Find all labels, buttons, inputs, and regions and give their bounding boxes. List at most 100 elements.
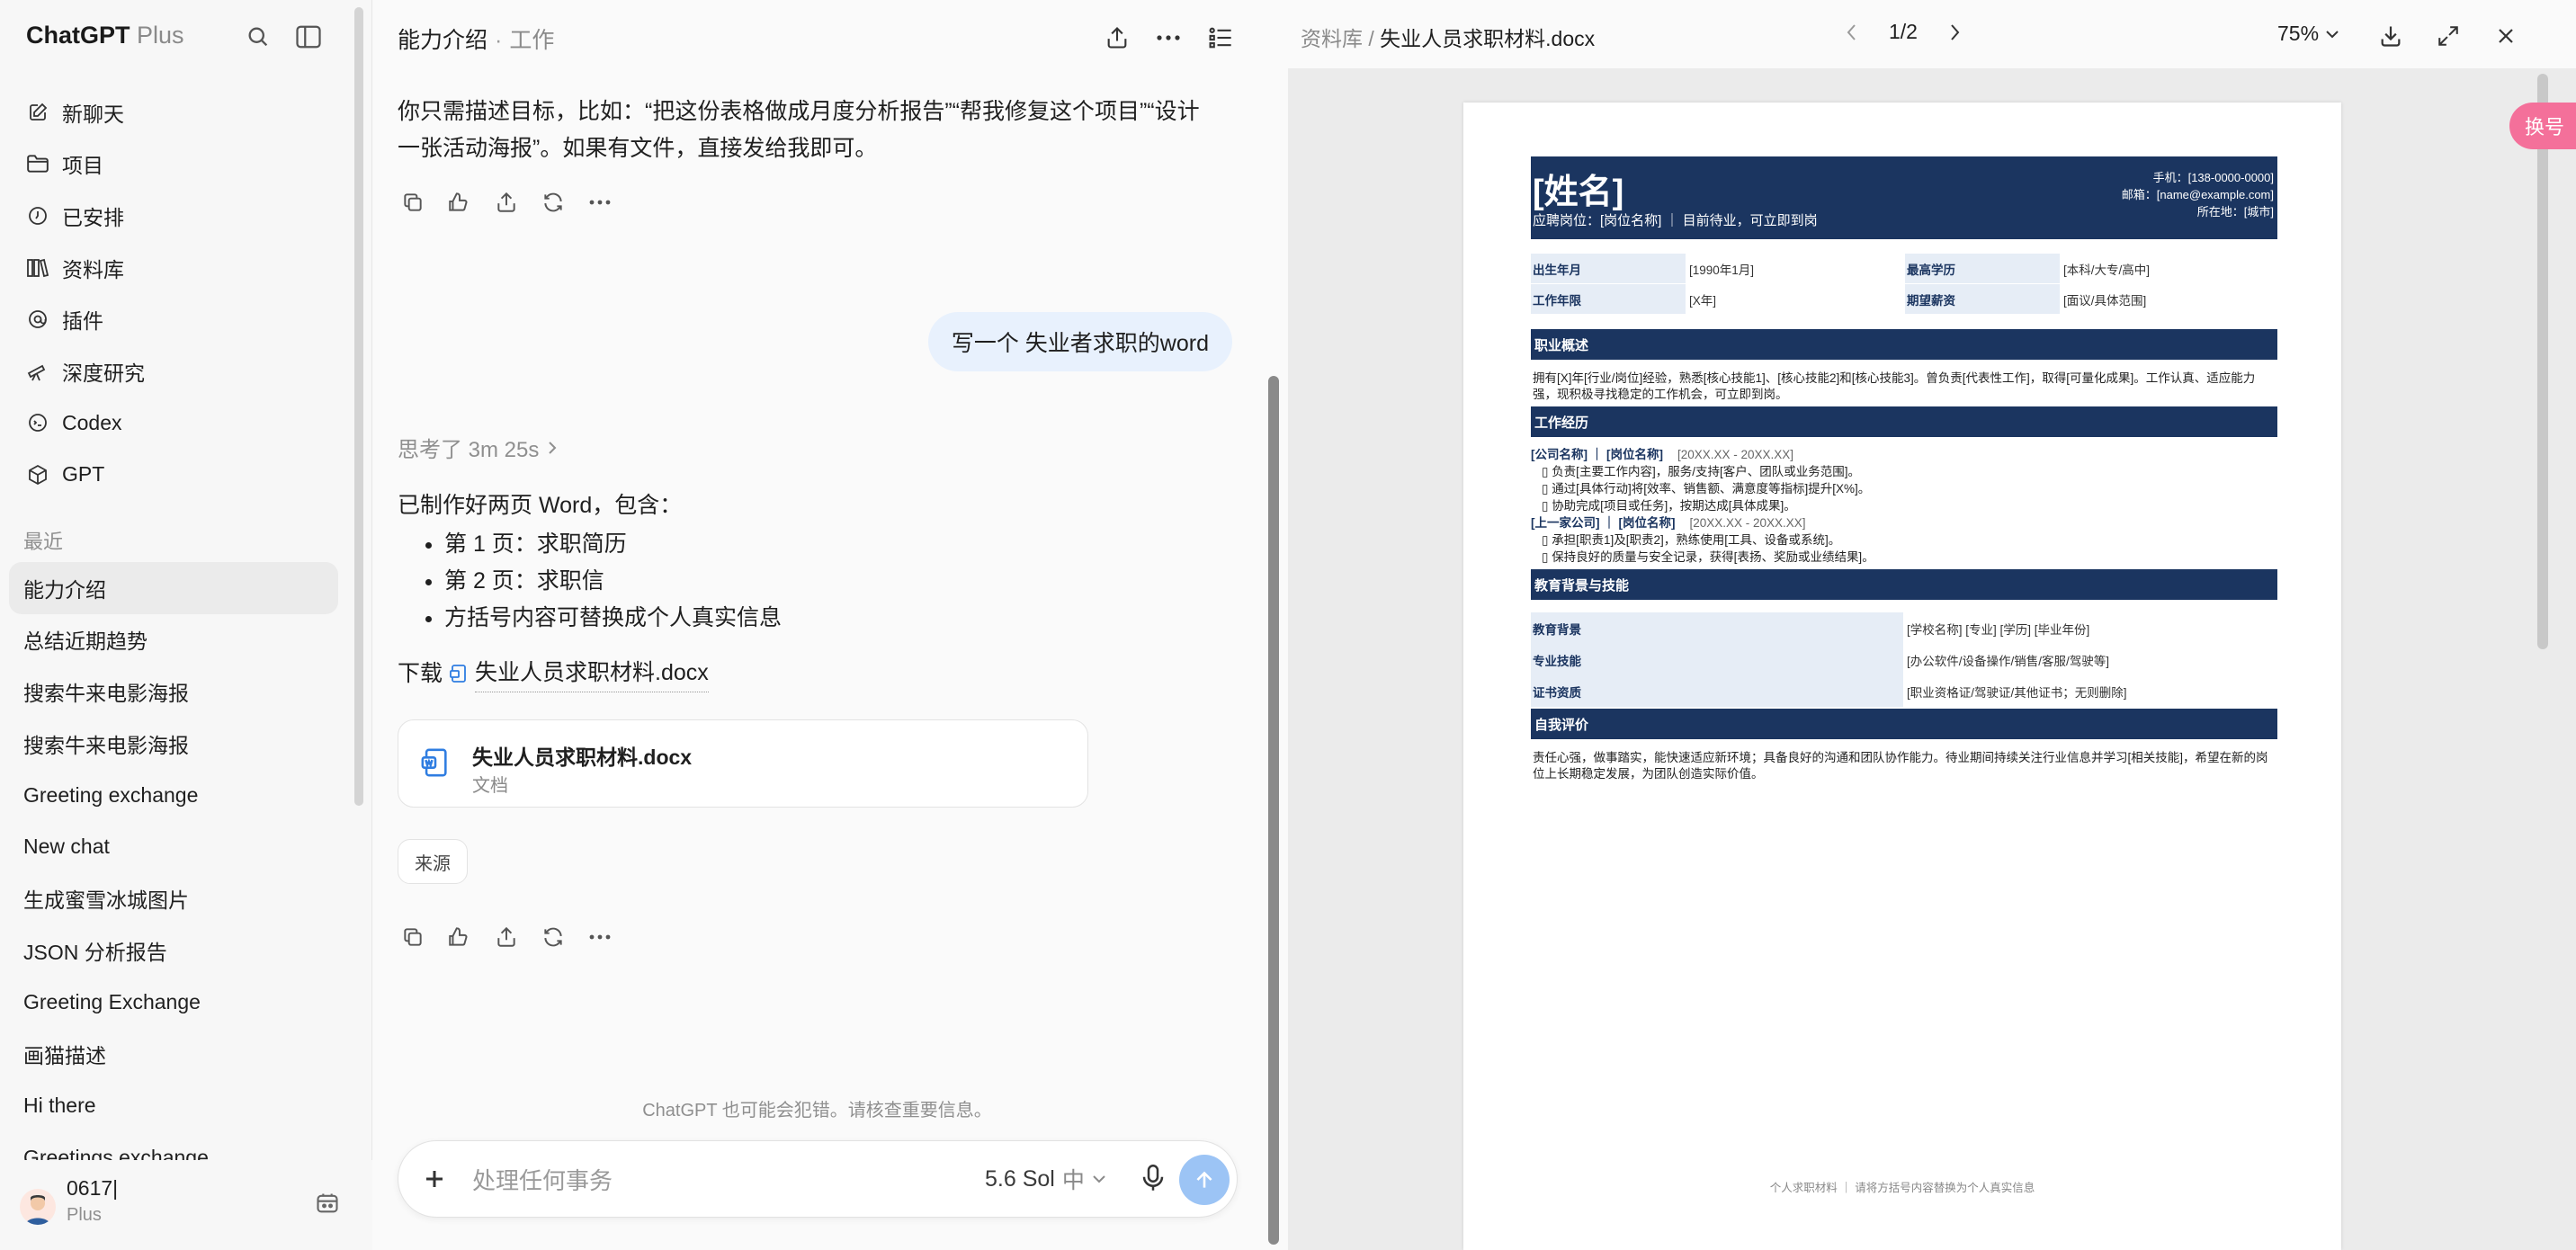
- add-attachment-icon[interactable]: [418, 1163, 451, 1195]
- recent-chat-item[interactable]: Greeting Exchange: [9, 977, 338, 1029]
- sidebar-nav: 新聊天 项目 已安排 资料库 插件 深度研究 Codex GPT: [10, 86, 339, 501]
- chat-panel: 能力介绍 · 工作 你只需描述目标，比如：“把这份表格做成月度分析报告”“帮我修复这…: [373, 0, 1261, 1250]
- recent-chat-item[interactable]: 搜索牛来电影海报: [9, 718, 338, 770]
- recent-chat-item[interactable]: Hi there: [9, 1080, 338, 1132]
- chevron-down-icon: [2326, 30, 2339, 38]
- cube-icon: [24, 461, 51, 488]
- chevron-right-icon[interactable]: [1948, 22, 1961, 42]
- sidebar-item-scheduled[interactable]: 已安排: [10, 190, 339, 242]
- swap-account-button[interactable]: 换号: [2509, 103, 2576, 149]
- regenerate-icon[interactable]: [538, 922, 568, 952]
- recent-chat-item[interactable]: 画猫描述: [9, 1028, 338, 1080]
- thumbs-icon[interactable]: [444, 922, 475, 952]
- sidebar-scrollbar[interactable]: [354, 7, 363, 806]
- settings-icon[interactable]: [315, 1191, 340, 1216]
- download-link[interactable]: 失业人员求职材料.docx: [475, 655, 709, 692]
- close-icon[interactable]: [2488, 18, 2524, 54]
- table-row: 出生年月 [1990年1月] 最高学历 [本科/大专/高中]: [1531, 254, 2277, 284]
- sidebar-item-label: 插件: [62, 309, 103, 334]
- file-name: 失业人员求职材料.docx: [472, 746, 693, 769]
- expand-icon[interactable]: [2430, 18, 2466, 54]
- section-heading: 工作经历: [1531, 406, 2277, 437]
- zoom-selector[interactable]: 75%: [2277, 22, 2340, 46]
- resume-header: [姓名] 应聘岗位：[岗位名称] ｜ 目前待业，可立即到岗 手机：[138-00…: [1531, 156, 2277, 239]
- list-view-icon[interactable]: [1203, 20, 1239, 56]
- message-input[interactable]: 处理任何事务: [472, 1163, 613, 1196]
- recent-chats-list: 能力介绍 总结近期趋势 搜索牛来电影海报 搜索牛来电影海报 Greeting e…: [9, 562, 338, 1183]
- assistant-message-text: 你只需描述目标，比如：“把这份表格做成月度分析报告”“帮我修复这个项目”“设计 …: [398, 99, 1200, 161]
- more-options-icon[interactable]: [585, 922, 615, 952]
- user-message-bubble: 写一个 失业者求职的word: [927, 312, 1232, 371]
- microphone-icon[interactable]: [1140, 1163, 1167, 1193]
- download-icon[interactable]: [2373, 18, 2409, 54]
- sidebar-item-label: Codex: [62, 410, 122, 434]
- file-attachment-card[interactable]: 失业人员求职材料.docx 文档: [398, 719, 1088, 808]
- page-indicator: 1/2: [1889, 20, 1918, 43]
- reply-bullet-list: 第 1 页：求职简历 第 2 页：求职信 方括号内容可替换成个人真实信息: [398, 526, 782, 637]
- search-icon[interactable]: [243, 22, 273, 52]
- sidebar-item-deep-research[interactable]: 深度研究: [10, 345, 339, 397]
- share-icon[interactable]: [491, 922, 522, 952]
- share-icon[interactable]: [491, 187, 522, 218]
- sidebar-item-library[interactable]: 资料库: [10, 242, 339, 294]
- viewer-toolbar: 资料库 / 失业人员求职材料.docx 1/2 75%: [1288, 0, 2576, 68]
- sidebar-item-plugins[interactable]: 插件: [10, 293, 339, 345]
- telescope-icon: [24, 358, 51, 385]
- document-page: [姓名] 应聘岗位：[岗位名称] ｜ 目前待业，可立即到岗 手机：[138-00…: [1463, 103, 2341, 1250]
- conversation-title[interactable]: 能力介绍 · 工作: [398, 22, 554, 55]
- share-icon[interactable]: [1099, 20, 1135, 56]
- recent-chat-item[interactable]: 总结近期趋势: [9, 614, 338, 666]
- chevron-left-icon[interactable]: [1846, 22, 1858, 42]
- sources-button[interactable]: 来源: [398, 839, 468, 884]
- model-selector[interactable]: 5.6 Sol 中: [985, 1163, 1106, 1195]
- document-viewer: 资料库 / 失业人员求职材料.docx 1/2 75% [姓名] 应聘岗位：[岗…: [1288, 0, 2576, 1250]
- recent-chat-item[interactable]: 能力介绍: [9, 562, 338, 614]
- recent-chat-item[interactable]: JSON 分析报告: [9, 924, 338, 977]
- chevron-down-icon: [1093, 1175, 1105, 1183]
- chat-scrollbar[interactable]: [1268, 376, 1279, 1245]
- sidebar-item-label: 新聊天: [62, 102, 124, 126]
- arrow-up-icon: [1196, 1171, 1212, 1188]
- viewer-scrollbar[interactable]: [2537, 74, 2548, 649]
- recent-section-title: 最近: [23, 531, 64, 553]
- resume-position: 应聘岗位：[岗位名称] ｜ 目前待业，可立即到岗: [1533, 213, 1818, 228]
- sidebar-item-projects[interactable]: 项目: [10, 138, 339, 191]
- thumbs-icon[interactable]: [444, 187, 475, 218]
- copy-icon[interactable]: [398, 187, 428, 218]
- sidebar-item-label: GPT: [62, 462, 105, 487]
- recent-chat-item[interactable]: New chat: [9, 821, 338, 873]
- copy-icon[interactable]: [398, 922, 428, 952]
- recent-chat-item[interactable]: 生成蜜雪冰城图片: [9, 873, 338, 925]
- more-options-icon[interactable]: [1150, 20, 1186, 56]
- more-options-icon[interactable]: [585, 187, 615, 218]
- sidebar-toggle-icon[interactable]: [293, 22, 324, 52]
- section-heading: 教育背景与技能: [1531, 569, 2277, 600]
- sidebar-item-gpt[interactable]: GPT: [10, 449, 339, 501]
- send-button[interactable]: [1179, 1155, 1230, 1205]
- regenerate-icon[interactable]: [538, 187, 568, 218]
- recent-chat-item[interactable]: Greeting exchange: [9, 769, 338, 821]
- app-brand[interactable]: ChatGPT Plus: [26, 22, 184, 49]
- job-entry: [上一家公司] ｜ [岗位名称] [20XX.XX - 20XX.XX] ▯ 承担…: [1531, 516, 1874, 564]
- breadcrumb-library[interactable]: 资料库: [1301, 27, 1363, 50]
- thinking-toggle[interactable]: 思考了 3m 25s: [398, 432, 559, 463]
- user-profile[interactable]: 0617| Plus: [0, 1160, 372, 1250]
- codex-icon: [24, 409, 51, 436]
- education-table: 教育背景 [学校名称] [专业] [学历] [毕业年份] 专业技能 [办公软件/…: [1531, 612, 2277, 707]
- sidebar-item-codex[interactable]: Codex: [10, 397, 339, 450]
- disclaimer-text: ChatGPT 也可能会犯错。请核查重要信息。: [642, 1101, 992, 1121]
- sidebar-item-new-chat[interactable]: 新聊天: [10, 86, 339, 138]
- sidebar-item-label: 已安排: [62, 205, 124, 229]
- summary-text: 拥有[X]年[行业/岗位]经验，熟悉[核心技能1]、[核心技能2]和[核心技能3…: [1533, 371, 2256, 401]
- resume-name: [姓名]: [1533, 174, 1624, 211]
- plugin-icon: [24, 306, 51, 333]
- sidebar: ChatGPT Plus 新聊天 项目 已安排 资料库 插件 深度研究 Code…: [0, 0, 372, 1250]
- message-actions: [398, 922, 615, 952]
- page-navigation: 1/2: [1846, 20, 1961, 44]
- file-type: 文档: [472, 776, 508, 796]
- message-actions: [398, 187, 615, 218]
- avatar: [20, 1189, 56, 1225]
- composer: 处理任何事务 5.6 Sol 中: [398, 1140, 1238, 1218]
- job-entry: [公司名称] ｜ [岗位名称] [20XX.XX - 20XX.XX] ▯ 负责[…: [1531, 448, 1871, 513]
- recent-chat-item[interactable]: 搜索牛来电影海报: [9, 665, 338, 718]
